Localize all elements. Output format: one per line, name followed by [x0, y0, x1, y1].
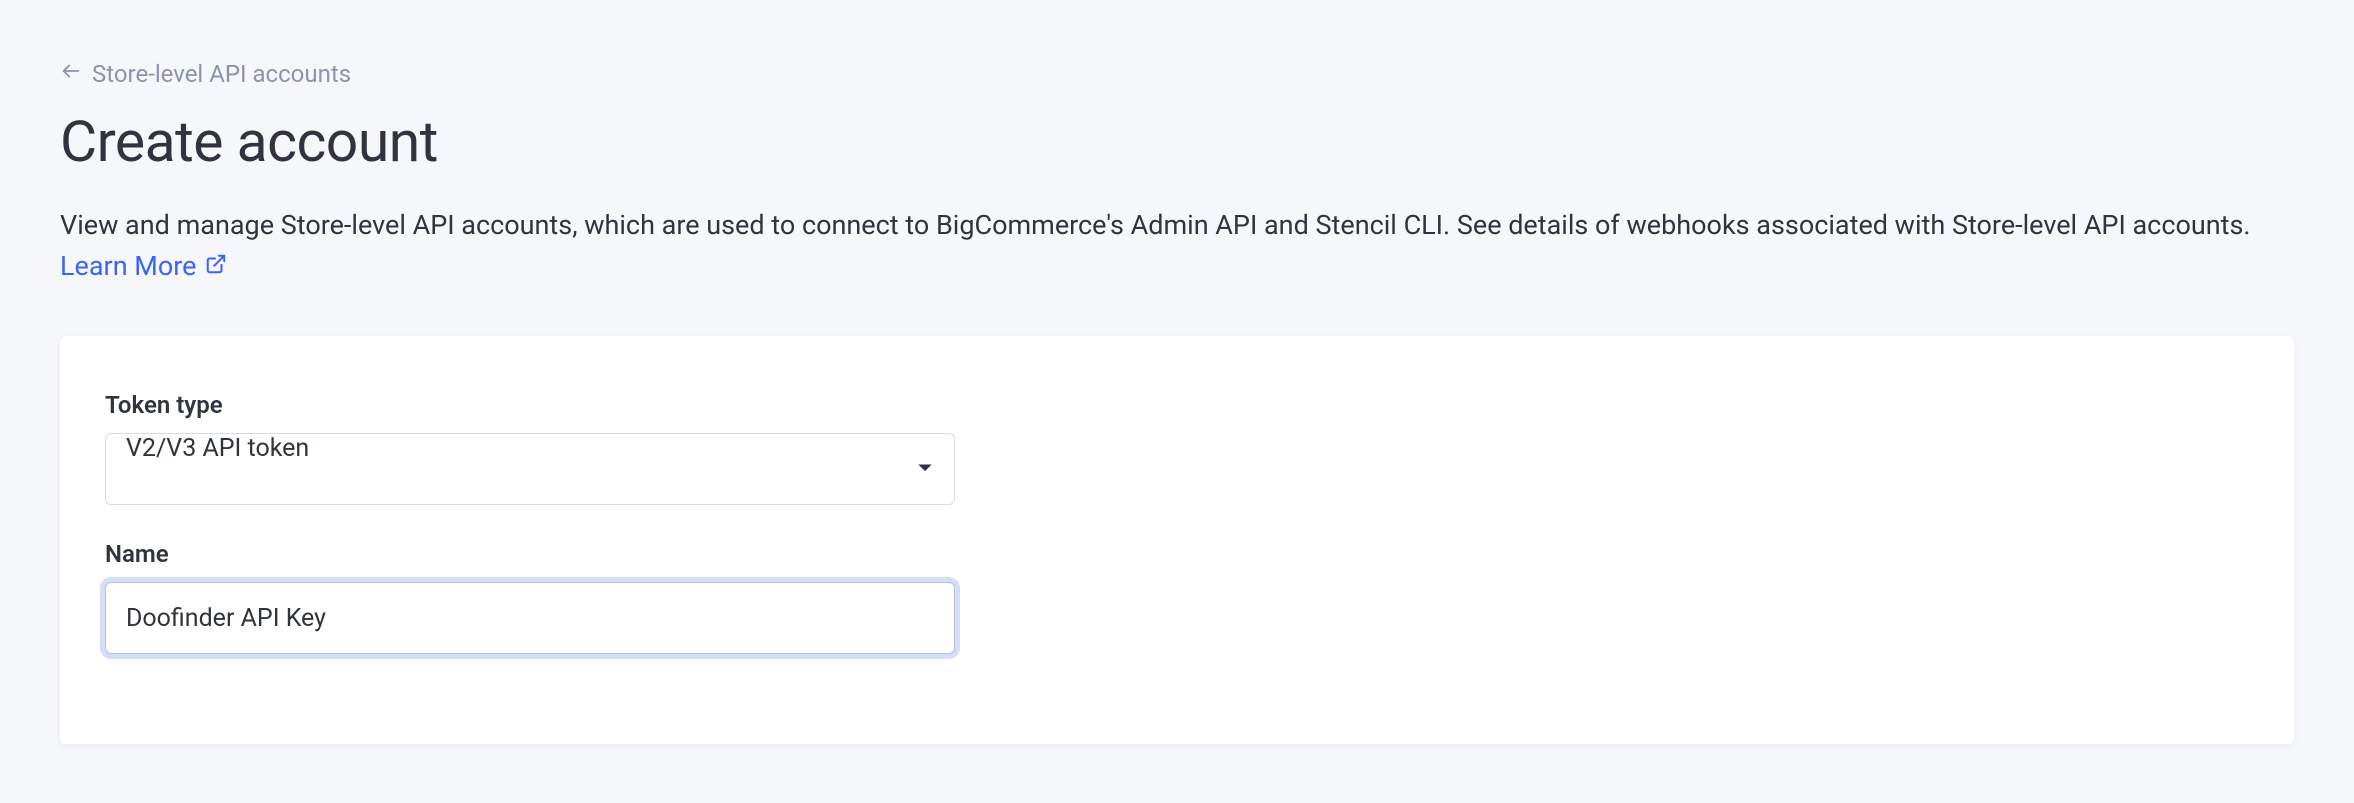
page-title: Create account	[60, 108, 2294, 175]
arrow-left-icon	[60, 60, 82, 88]
token-type-select-wrapper: V2/V3 API token	[105, 433, 955, 505]
name-group: Name	[105, 540, 2249, 654]
token-type-label: Token type	[105, 391, 2249, 419]
page-container: Store-level API accounts Create account …	[0, 0, 2354, 744]
learn-more-link[interactable]: Learn More	[60, 246, 227, 287]
name-input[interactable]	[105, 582, 955, 654]
page-description-text: View and manage Store-level API accounts…	[60, 209, 2251, 241]
token-type-select[interactable]: V2/V3 API token	[105, 433, 955, 505]
name-label: Name	[105, 540, 2249, 568]
breadcrumb-back-link[interactable]: Store-level API accounts	[60, 60, 351, 88]
external-link-icon	[205, 246, 227, 287]
token-type-group: Token type V2/V3 API token	[105, 391, 2249, 505]
breadcrumb-label: Store-level API accounts	[92, 60, 351, 88]
form-card: Token type V2/V3 API token Name	[60, 336, 2294, 744]
page-description: View and manage Store-level API accounts…	[60, 205, 2280, 286]
learn-more-label: Learn More	[60, 246, 197, 287]
